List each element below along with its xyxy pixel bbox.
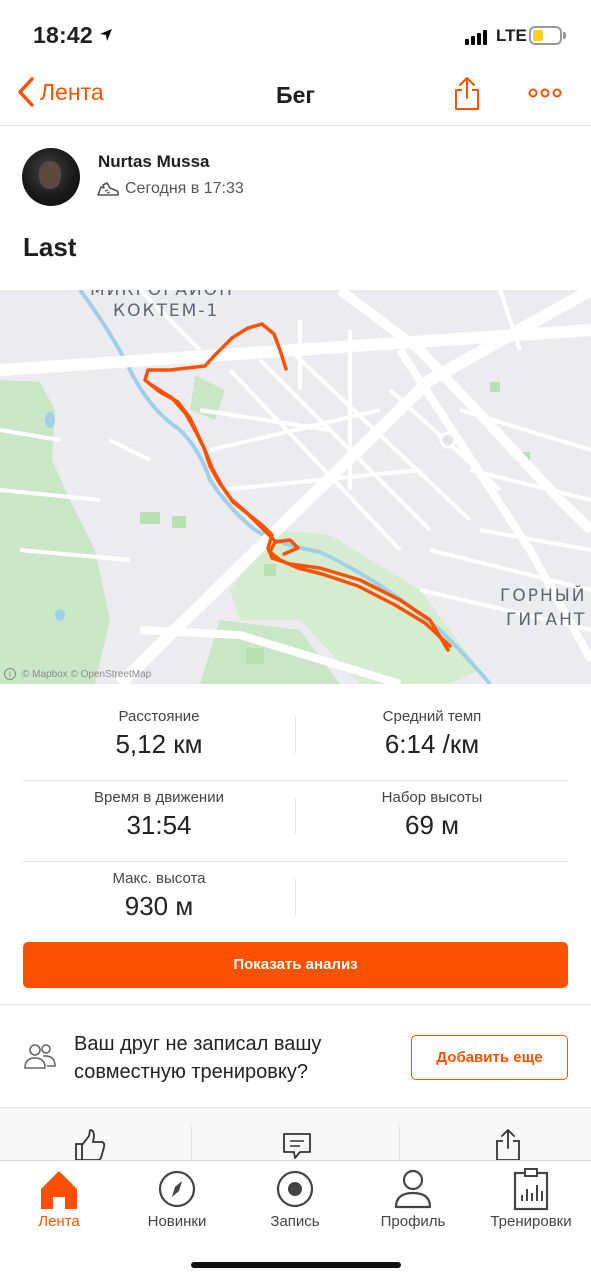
activity-title: Last	[23, 232, 77, 262]
add-more-button[interactable]: Добавить еще	[411, 1035, 568, 1080]
battery-icon	[529, 26, 562, 45]
compass-icon	[158, 1170, 196, 1208]
more-options-icon[interactable]	[528, 86, 562, 100]
map-label-district: КОКТЕМ-1	[113, 301, 220, 321]
stat-pace: Средний темп 6:14 /км	[382, 708, 482, 759]
map-label-district: ГОРНЫЙ	[500, 586, 587, 606]
stat-moving-time: Время в движении 31:54	[94, 789, 224, 840]
network-label: LTE	[496, 26, 527, 45]
activity-timestamp: Сегодня в 17:33	[125, 180, 244, 197]
avatar[interactable]	[22, 148, 80, 206]
map-attribution[interactable]: i © Mapbox © OpenStreetMap	[4, 668, 151, 680]
kudos-icon[interactable]	[70, 1128, 110, 1162]
status-time: 18:42	[33, 22, 93, 48]
comment-icon[interactable]	[278, 1128, 318, 1162]
tab-explore[interactable]: Новинки	[118, 1167, 236, 1230]
share-icon[interactable]	[452, 76, 482, 112]
stat-elevation-gain: Набор высоты 69 м	[381, 789, 483, 840]
route-map[interactable]: МИКРОРАЙОН КОКТЕМ-1 ГОРНЫЙ ГИГАНТ i © Ma…	[0, 290, 591, 684]
author-name[interactable]: Nurtas Mussa	[98, 152, 209, 172]
status-bar: 18:42 LTE	[0, 0, 591, 66]
activity-author[interactable]: Nurtas Mussa Сегодня в 17:33	[22, 148, 562, 208]
stats-row: Расстояние 5,12 км Средний темп 6:14 /км	[23, 700, 568, 781]
info-icon[interactable]: i	[4, 668, 16, 680]
map-label-district: МИКРОРАЙОН	[90, 290, 234, 300]
share-icon[interactable]	[488, 1128, 528, 1162]
nav-header: Лента Бег	[0, 66, 591, 126]
group-icon	[24, 1044, 56, 1069]
action-bar	[0, 1107, 591, 1162]
tab-training[interactable]: Тренировки	[472, 1167, 590, 1230]
activity-stats: Расстояние 5,12 км Средний темп 6:14 /км…	[23, 700, 568, 943]
stats-row: Макс. высота 930 м	[23, 862, 568, 943]
show-analysis-button[interactable]: Показать анализ	[23, 942, 568, 988]
shoe-icon	[97, 182, 119, 196]
activity-meta: Сегодня в 17:33	[96, 180, 244, 198]
record-icon	[276, 1170, 314, 1208]
stat-distance: Расстояние 5,12 км	[115, 708, 203, 759]
map-canvas	[0, 290, 591, 684]
profile-icon	[394, 1169, 432, 1209]
add-friend-prompt: Ваш друг не записал вашу совместную трен…	[0, 1030, 591, 1090]
tab-record[interactable]: Запись	[236, 1167, 354, 1230]
tab-profile[interactable]: Профиль	[354, 1167, 472, 1230]
training-log-icon	[513, 1168, 549, 1211]
home-indicator	[191, 1262, 401, 1268]
page-title: Бег	[276, 82, 315, 108]
stats-row: Время в движении 31:54 Набор высоты 69 м	[23, 781, 568, 862]
location-arrow-icon	[100, 29, 112, 41]
divider	[0, 1004, 591, 1005]
stat-max-elevation: Макс. высота 930 м	[112, 870, 206, 921]
map-label-district: ГИГАНТ	[506, 610, 587, 630]
signal-icon	[465, 29, 491, 45]
tab-feed[interactable]: Лента	[0, 1167, 118, 1230]
friend-prompt-text: Ваш друг не записал вашу совместную трен…	[74, 1033, 322, 1083]
home-icon	[41, 1171, 77, 1209]
